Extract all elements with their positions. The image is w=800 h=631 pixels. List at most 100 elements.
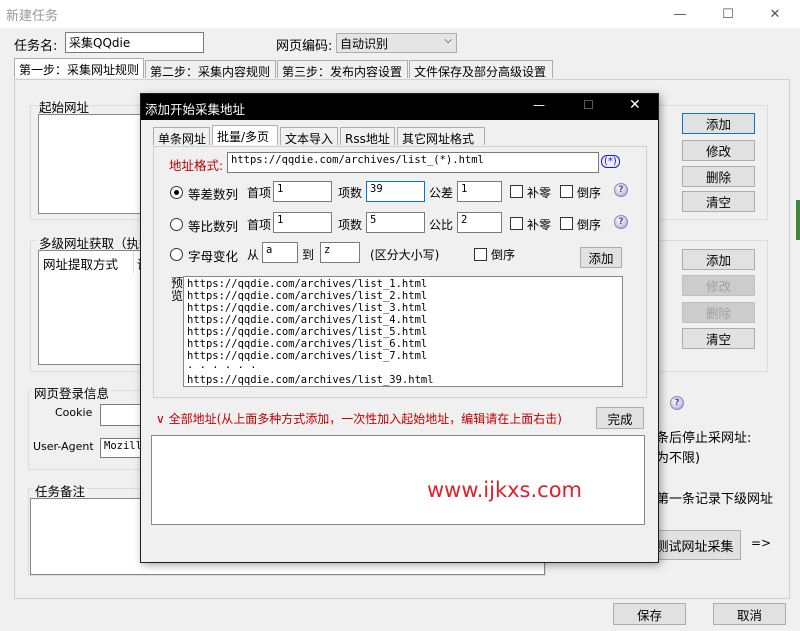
tab-other-format[interactable]: 其它网址格式	[397, 127, 485, 146]
dialog-maximize-icon[interactable]: ☐	[583, 98, 594, 112]
preview-line: https://qqdie.com/archives/list_1.html	[187, 278, 428, 290]
alpha-radio[interactable]	[170, 248, 183, 261]
start-add-button[interactable]: 添加	[682, 113, 755, 134]
multi-add-button[interactable]: 添加	[682, 249, 755, 270]
dialog-titlebar: 添加开始采集地址 — ☐ ✕	[141, 94, 658, 120]
tab-step3[interactable]: 第三步：发布内容设置	[277, 60, 408, 79]
alpha-from-label: 从	[247, 248, 260, 262]
geo-radio[interactable]	[170, 218, 183, 231]
geo-reverse-checkbox[interactable]	[560, 217, 573, 230]
alpha-reverse-checkbox[interactable]	[474, 248, 487, 261]
geo-first-input[interactable]: 1	[273, 212, 332, 233]
geo-label: 等比数列	[188, 219, 239, 234]
url-format-input[interactable]: https://qqdie.com/archives/list_(*).html	[227, 152, 599, 173]
watermark-text: www.ijkxs.com	[427, 478, 582, 502]
login-label: 网页登录信息	[32, 383, 112, 402]
all-urls-label: ∨ 全部地址(从上面多种方式添加，一次性加入起始地址，编辑请在上面右击)	[156, 412, 562, 426]
arith-label: 等差数列	[188, 187, 239, 202]
dialog-minimize-icon[interactable]: —	[533, 98, 545, 112]
minimize-icon[interactable]: —	[660, 0, 700, 28]
tab-batch[interactable]: 批量/多页	[212, 125, 278, 145]
preview-line: https://qqdie.com/archives/list_4.html	[187, 314, 428, 326]
encoding-value: 自动识别	[340, 37, 389, 51]
arith-reverse-label: 倒序	[577, 186, 602, 200]
tab-rss[interactable]: Rss地址	[340, 127, 395, 146]
arrow-text: =>	[751, 536, 772, 550]
tab-step4[interactable]: 文件保存及部分高级设置	[409, 60, 553, 79]
alpha-from-input[interactable]: a	[262, 242, 298, 263]
multi-level-list[interactable]: 网址提取方式 说	[38, 250, 150, 365]
geo-count-label: 项数	[338, 218, 363, 232]
done-button[interactable]: 完成	[596, 407, 644, 429]
arith-reverse-checkbox[interactable]	[560, 185, 573, 198]
geo-ratio-input[interactable]: 2	[457, 212, 502, 233]
all-urls-list[interactable]: www.ijkxs.com	[151, 435, 645, 525]
add-start-url-dialog: 添加开始采集地址 — ☐ ✕ 单条网址 批量/多页 文本导入 Rss地址 其它网…	[140, 93, 659, 563]
login-group	[28, 390, 148, 470]
help-icon[interactable]: ?	[670, 396, 684, 410]
url-format-label: 地址格式:	[169, 158, 224, 173]
preview-line: · · · · · ·	[187, 362, 257, 374]
alpha-to-label: 到	[302, 248, 315, 262]
start-url-list[interactable]	[38, 114, 148, 214]
dialog-tab-strip: 单条网址 批量/多页 文本导入 Rss地址 其它网址格式	[153, 125, 485, 147]
geo-pad-checkbox[interactable]	[510, 217, 523, 230]
preview-label: 预览	[171, 276, 184, 303]
multi-clear-button[interactable]: 清空	[682, 328, 755, 349]
encoding-label: 网页编码:	[276, 39, 333, 54]
tab-step2[interactable]: 第二步：采集内容规则	[145, 60, 276, 79]
preview-line: https://qqdie.com/archives/list_7.html	[187, 350, 428, 362]
tab-text-import[interactable]: 文本导入	[280, 127, 338, 146]
column-header[interactable]: 网址提取方式	[39, 251, 134, 273]
geo-first-label: 首项	[247, 218, 272, 232]
geo-ratio-label: 公比	[429, 218, 454, 232]
unlimited-text: 为不限)	[656, 451, 701, 466]
arith-pad-checkbox[interactable]	[510, 185, 523, 198]
cookie-input[interactable]	[100, 404, 142, 426]
preview-line: https://qqdie.com/archives/list_5.html	[187, 326, 428, 338]
geo-count-input[interactable]: 5	[366, 212, 425, 233]
dialog-close-icon[interactable]: ✕	[629, 97, 641, 113]
cancel-button[interactable]: 取消	[713, 603, 786, 625]
encoding-select[interactable]: 自动识别 ⌵	[336, 33, 457, 53]
preview-line: https://qqdie.com/archives/list_2.html	[187, 290, 428, 302]
user-agent-label: User-Agent	[33, 440, 94, 453]
preview-list[interactable]: https://qqdie.com/archives/list_1.html h…	[183, 276, 623, 387]
preview-line: https://qqdie.com/archives/list_3.html	[187, 302, 428, 314]
start-clear-button[interactable]: 清空	[682, 191, 755, 212]
arith-count-label: 项数	[338, 186, 363, 200]
preview-line: https://qqdie.com/archives/list_6.html	[187, 338, 428, 350]
tab-step1[interactable]: 第一步：采集网址规则	[14, 58, 144, 78]
chevron-down-icon: ⌵	[444, 35, 452, 46]
alpha-label: 字母变化	[188, 249, 239, 264]
multi-edit-button[interactable]: 修改	[682, 275, 755, 296]
test-url-button[interactable]: 测试网址采集	[648, 530, 741, 560]
edge-marker	[796, 200, 800, 240]
arith-diff-input[interactable]: 1	[457, 181, 502, 202]
first-record-text: 第一条记录下级网址	[656, 492, 774, 507]
geo-help-icon[interactable]: ?	[614, 215, 628, 229]
arith-first-label: 首项	[247, 186, 272, 200]
geo-reverse-label: 倒序	[577, 218, 602, 232]
task-name-label: 任务名:	[14, 39, 58, 54]
arith-first-input[interactable]: 1	[273, 181, 332, 202]
task-name-input[interactable]: 采集QQdie	[65, 32, 204, 53]
dialog-title: 添加开始采集地址	[145, 102, 246, 117]
save-button[interactable]: 保存	[613, 603, 686, 625]
insert-wildcard-icon[interactable]: (*)	[601, 155, 620, 168]
alpha-to-input[interactable]: z	[320, 242, 360, 263]
arith-count-input[interactable]: 39	[366, 181, 425, 202]
start-delete-button[interactable]: 删除	[682, 166, 755, 187]
user-agent-input[interactable]: Mozill	[100, 438, 142, 458]
maximize-icon[interactable]: ☐	[708, 0, 748, 28]
geo-pad-label: 补零	[527, 218, 552, 232]
multi-delete-button[interactable]: 删除	[682, 302, 755, 323]
main-tab-strip: 第一步：采集网址规则 第二步：采集内容规则 第三步：发布内容设置 文件保存及部分…	[14, 58, 554, 80]
tab-single-url[interactable]: 单条网址	[153, 127, 210, 146]
start-edit-button[interactable]: 修改	[682, 140, 755, 161]
arith-help-icon[interactable]: ?	[614, 183, 628, 197]
arith-radio[interactable]	[170, 186, 183, 199]
alpha-add-button[interactable]: 添加	[580, 247, 622, 268]
url-format-value: https://qqdie.com/archives/list_(*).html	[231, 154, 484, 166]
close-icon[interactable]: ✕	[755, 0, 795, 28]
